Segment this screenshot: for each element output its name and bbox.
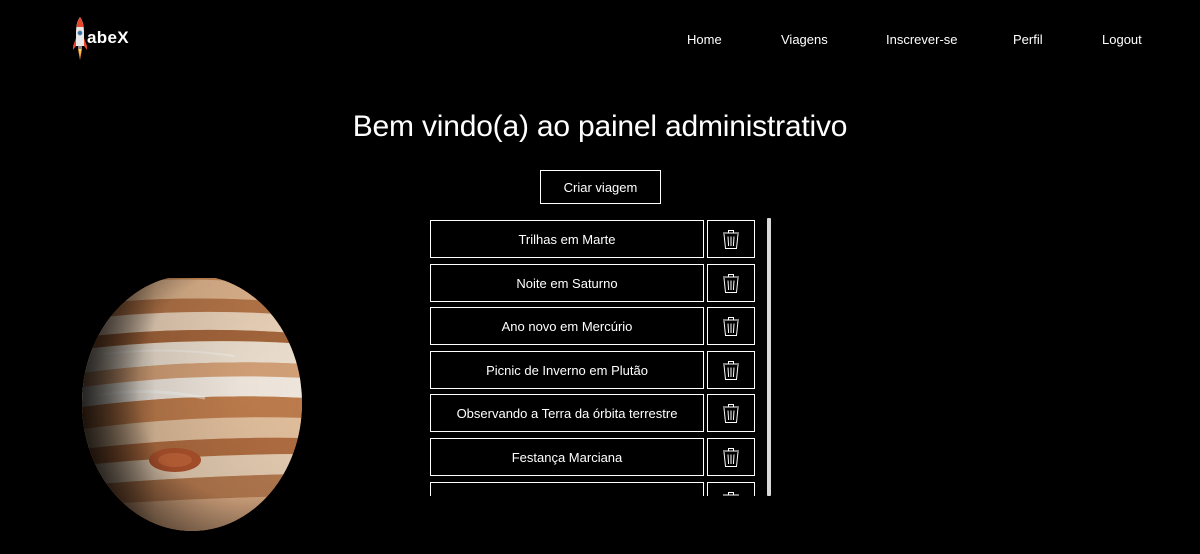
delete-trip-button[interactable] [707,482,755,496]
nav-home[interactable]: Home [687,31,722,49]
delete-trip-button[interactable] [707,438,755,476]
jupiter-planet-image [82,278,302,531]
top-nav: Home Viagens Inscrever-se Perfil Logout [0,31,1200,49]
trash-icon [723,317,739,336]
trips-list[interactable]: Trilhas em Marte Noite em Saturno Ano no… [430,218,772,496]
scrollbar-thumb[interactable] [767,218,771,496]
delete-trip-button[interactable] [707,394,755,432]
trip-name[interactable]: Picnic de Inverno em Plutão [430,351,704,389]
trip-row: Festança Marciana [430,438,760,476]
trash-icon [723,404,739,423]
nav-viagens[interactable]: Viagens [781,31,828,49]
trip-name[interactable]: Trilhas em Marte [430,220,704,258]
trip-row: Observando a Terra da órbita terrestre [430,394,760,432]
trash-icon [723,448,739,467]
trip-row [430,482,760,496]
trash-icon [723,274,739,293]
nav-inscrever-se[interactable]: Inscrever-se [886,31,958,49]
page-title: Bem vindo(a) ao painel administrativo [352,110,848,143]
trip-name[interactable]: Ano novo em Mercúrio [430,307,704,345]
admin-page: abeX Home Viagens Inscrever-se Perfil Lo… [0,0,1200,554]
nav-perfil[interactable]: Perfil [1013,31,1043,49]
nav-logout[interactable]: Logout [1102,31,1142,49]
delete-trip-button[interactable] [707,307,755,345]
trip-row: Trilhas em Marte [430,220,760,258]
trash-icon [723,492,739,496]
trip-name[interactable]: Festança Marciana [430,438,704,476]
delete-trip-button[interactable] [707,220,755,258]
trip-name[interactable]: Noite em Saturno [430,264,704,302]
trash-icon [723,230,739,249]
list-scrollbar[interactable] [766,218,772,496]
trip-row: Noite em Saturno [430,264,760,302]
trip-name[interactable]: Observando a Terra da órbita terrestre [430,394,704,432]
trip-row: Ano novo em Mercúrio [430,307,760,345]
delete-trip-button[interactable] [707,264,755,302]
trip-row: Picnic de Inverno em Plutão [430,351,760,389]
delete-trip-button[interactable] [707,351,755,389]
trip-name[interactable] [430,482,704,496]
trash-icon [723,361,739,380]
create-trip-button[interactable]: Criar viagem [540,170,661,204]
